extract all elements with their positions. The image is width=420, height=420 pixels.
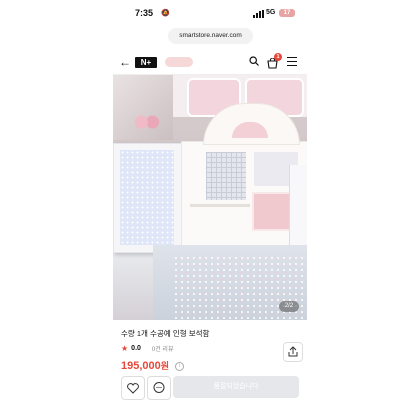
back-arrow-icon[interactable]: ←	[119, 55, 131, 69]
store-logo[interactable]	[165, 57, 193, 67]
product-title: 수량 1개 수공예 인형 보석함	[121, 329, 210, 338]
star-icon: ★	[121, 344, 129, 353]
share-button[interactable]	[283, 342, 303, 362]
product-price: 195,000원 i	[121, 359, 185, 372]
cart-badge: 1	[274, 53, 282, 61]
network-type: 5G	[266, 9, 276, 16]
chat-bubble-icon	[153, 382, 165, 393]
talk-button[interactable]	[147, 376, 171, 400]
bell-muted-icon: 🔕	[161, 10, 170, 17]
battery-icon: 17	[279, 9, 295, 17]
price-unit: 원	[160, 361, 170, 371]
review-count[interactable]: 0건 리뷰	[152, 344, 174, 353]
soldout-button[interactable]: 품절되었습니다	[173, 376, 299, 398]
url-bar[interactable]: smartstore.naver.com	[168, 28, 253, 44]
image-pager: 2/2	[279, 301, 299, 312]
wishlist-button[interactable]	[121, 376, 145, 400]
price-value: 195,000	[121, 360, 161, 372]
rating-score: 0.0	[131, 345, 141, 352]
naver-plus-logo[interactable]: N+	[135, 57, 157, 68]
status-time: 7:35	[135, 8, 154, 18]
heart-icon	[127, 383, 139, 394]
info-icon[interactable]: i	[175, 361, 185, 371]
bottom-action-bar: 품절되었습니다	[113, 372, 307, 402]
status-bar: 7:35 🔕 5G 17	[113, 8, 307, 22]
product-rating: ★ 0.0 0건 리뷰	[121, 344, 173, 353]
search-icon[interactable]	[249, 56, 259, 66]
product-image[interactable]: 2/2	[113, 75, 307, 320]
share-icon	[288, 346, 298, 357]
mobile-screen: 7:35 🔕 5G 17 smartstore.naver.com ← N+ 1	[113, 0, 307, 420]
cart-button[interactable]: 1	[267, 53, 282, 69]
signal-icon	[253, 10, 264, 18]
hamburger-menu-icon[interactable]	[287, 57, 297, 66]
store-navbar: ← N+ 1	[113, 52, 307, 75]
